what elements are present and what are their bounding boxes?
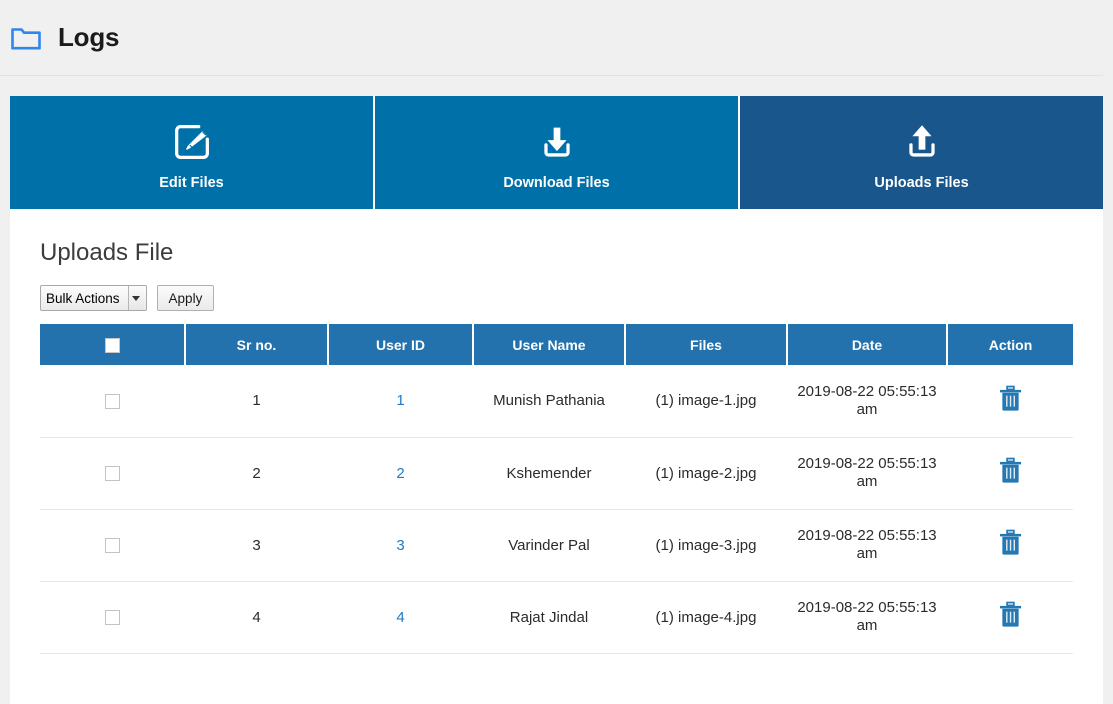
cell-files: (1) image-2.jpg <box>625 437 787 509</box>
tab-edit-files[interactable]: Edit Files <box>10 96 375 209</box>
delete-button[interactable] <box>999 385 1022 413</box>
tab-uploads-files[interactable]: Uploads Files <box>740 96 1103 209</box>
cell-action <box>947 365 1073 437</box>
row-checkbox[interactable] <box>105 538 120 553</box>
download-icon <box>534 119 580 165</box>
cell-date: 2019-08-22 05:55:13 am <box>787 509 947 581</box>
column-header-select-all <box>40 324 185 365</box>
cell-sr-no: 1 <box>185 365 328 437</box>
cell-user-id: 2 <box>328 437 473 509</box>
trash-icon <box>999 385 1022 413</box>
cell-sr-no: 4 <box>185 581 328 653</box>
cell-user-name: Varinder Pal <box>473 509 625 581</box>
cell-sr-no: 3 <box>185 509 328 581</box>
table-row: 2 2 Kshemender (1) image-2.jpg 2019-08-2… <box>40 437 1073 509</box>
user-id-link[interactable]: 1 <box>396 392 404 409</box>
cell-user-id: 4 <box>328 581 473 653</box>
cell-action <box>947 581 1073 653</box>
cell-files: (1) image-1.jpg <box>625 365 787 437</box>
section-title: Uploads File <box>40 239 1073 267</box>
cell-date: 2019-08-22 05:55:13 am <box>787 365 947 437</box>
delete-button[interactable] <box>999 601 1022 629</box>
delete-button[interactable] <box>999 529 1022 557</box>
cell-user-name: Munish Pathania <box>473 365 625 437</box>
bulk-actions-select[interactable]: Bulk Actions <box>40 285 147 311</box>
trash-icon <box>999 457 1022 485</box>
trash-icon <box>999 529 1022 557</box>
user-id-link[interactable]: 2 <box>396 465 404 482</box>
cell-date: 2019-08-22 05:55:13 am <box>787 437 947 509</box>
page-header: Logs <box>0 0 1103 76</box>
table-row: 4 4 Rajat Jindal (1) image-4.jpg 2019-08… <box>40 581 1073 653</box>
upload-icon <box>899 119 945 165</box>
column-header-user-name[interactable]: User Name <box>473 324 625 365</box>
tab-download-files[interactable]: Download Files <box>375 96 740 209</box>
table-row: 1 1 Munish Pathania (1) image-1.jpg 2019… <box>40 365 1073 437</box>
apply-button[interactable]: Apply <box>157 285 215 311</box>
tab-bar: Edit Files Download Files Uploads Files <box>10 96 1103 209</box>
cell-sr-no: 2 <box>185 437 328 509</box>
row-select-cell <box>40 509 185 581</box>
row-select-cell <box>40 365 185 437</box>
column-header-action[interactable]: Action <box>947 324 1073 365</box>
trash-icon <box>999 601 1022 629</box>
cell-action <box>947 509 1073 581</box>
page-title: Logs <box>58 22 119 53</box>
column-header-user-id[interactable]: User ID <box>328 324 473 365</box>
tab-download-files-label: Download Files <box>503 175 609 191</box>
uploads-table: Sr no. User ID User Name Files Date Acti… <box>40 324 1073 654</box>
logs-page: Logs Edit Files Download Fi <box>0 0 1113 670</box>
cell-user-id: 3 <box>328 509 473 581</box>
column-header-sr-no[interactable]: Sr no. <box>185 324 328 365</box>
user-id-link[interactable]: 4 <box>396 609 404 626</box>
row-checkbox[interactable] <box>105 466 120 481</box>
select-all-checkbox[interactable] <box>105 338 120 353</box>
cell-date: 2019-08-22 05:55:13 am <box>787 581 947 653</box>
bulk-actions-selected-value: Bulk Actions <box>46 291 128 306</box>
tab-uploads-files-label: Uploads Files <box>874 175 968 191</box>
cell-user-id: 1 <box>328 365 473 437</box>
user-id-link[interactable]: 3 <box>396 537 404 554</box>
table-body: 1 1 Munish Pathania (1) image-1.jpg 2019… <box>40 365 1073 653</box>
table-row: 3 3 Varinder Pal (1) image-3.jpg 2019-08… <box>40 509 1073 581</box>
cell-user-name: Kshemender <box>473 437 625 509</box>
delete-button[interactable] <box>999 457 1022 485</box>
edit-square-pencil-icon <box>169 119 215 165</box>
row-select-cell <box>40 581 185 653</box>
cell-user-name: Rajat Jindal <box>473 581 625 653</box>
cell-action <box>947 437 1073 509</box>
row-checkbox[interactable] <box>105 610 120 625</box>
table-header-row: Sr no. User ID User Name Files Date Acti… <box>40 324 1073 365</box>
column-header-date[interactable]: Date <box>787 324 947 365</box>
cell-files: (1) image-4.jpg <box>625 581 787 653</box>
cell-files: (1) image-3.jpg <box>625 509 787 581</box>
tab-edit-files-label: Edit Files <box>159 175 223 191</box>
bulk-actions-bar: Bulk Actions Apply <box>40 285 1073 311</box>
row-checkbox[interactable] <box>105 394 120 409</box>
card-body: Uploads File Bulk Actions Apply <box>10 209 1103 704</box>
table-head: Sr no. User ID User Name Files Date Acti… <box>40 324 1073 365</box>
logs-card: Edit Files Download Files Uploads Files <box>10 96 1103 704</box>
row-select-cell <box>40 437 185 509</box>
column-header-files[interactable]: Files <box>625 324 787 365</box>
chevron-down-icon <box>128 286 144 310</box>
folder-icon <box>10 24 42 52</box>
